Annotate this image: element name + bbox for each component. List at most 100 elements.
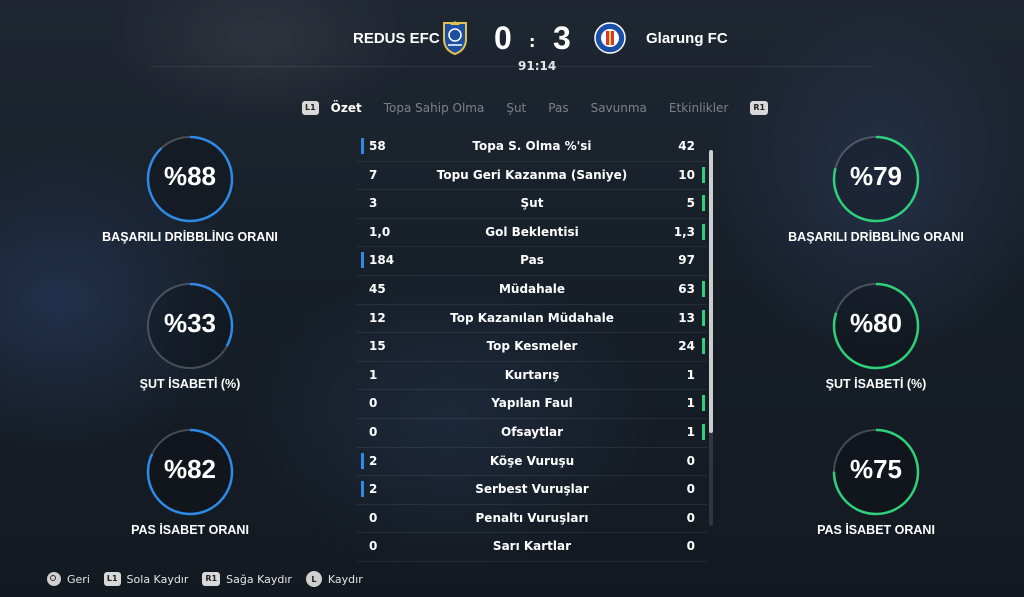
away-lead-indicator <box>702 195 705 212</box>
away-gauge-value: %79 <box>849 161 903 191</box>
stat-row: 15 Top Kesmeler 24 <box>357 333 707 362</box>
away-lead-indicator <box>702 338 705 355</box>
away-stat-value: 0 <box>686 539 695 554</box>
home-stat-value: 184 <box>369 253 395 268</box>
stat-label: Ofsaytlar <box>501 424 563 439</box>
away-stat-value: 97 <box>678 253 695 268</box>
stat-label: Top Kesmeler <box>486 339 578 354</box>
home-lead-indicator <box>361 138 364 154</box>
stat-label: Serbest Vuruşlar <box>475 482 589 497</box>
away-gauge: %79 <box>831 134 921 224</box>
stat-label: Köşe Vuruşu <box>489 453 575 468</box>
home-team-name: REDUS EFC <box>353 30 440 47</box>
home-lead-indicator <box>361 452 364 469</box>
home-stat-value: 0 <box>369 539 378 554</box>
home-stat-value: 12 <box>369 310 386 325</box>
home-gauge-value: %88 <box>163 161 217 191</box>
stat-label: Müdahale <box>498 281 566 296</box>
away-stat-value: 0 <box>686 510 695 525</box>
circle-button-icon <box>47 572 61 586</box>
match-clock: 91:14 <box>518 59 557 73</box>
stat-label: Kurtarış <box>504 367 560 382</box>
home-stat-value: 45 <box>369 281 386 296</box>
stat-label: Top Kazanılan Müdahale <box>450 310 614 325</box>
stats-table: 58 Topa S. Olma %'si 42 7 Topu Geri Kazanma … <box>357 133 707 562</box>
stat-row: 3 Şut 5 <box>357 190 707 219</box>
stat-label: Gol Beklentisi <box>485 224 579 239</box>
tab-events[interactable]: Etkinlikler <box>669 101 728 115</box>
home-gauge: %33 <box>145 281 235 371</box>
tab-passes[interactable]: Pas <box>548 101 568 115</box>
stat-row: 2 Serbest Vuruşlar 0 <box>357 476 707 505</box>
left-stick-icon: L <box>305 571 322 587</box>
away-gauge-label: PAS İSABET ORANI <box>817 523 935 537</box>
away-score: 3 <box>553 20 571 56</box>
tab-possession[interactable]: Topa Sahip Olma <box>384 101 485 115</box>
away-stat-value: 1 <box>686 396 695 411</box>
tab-defence[interactable]: Savunma <box>591 101 647 115</box>
home-stat-value: 0 <box>369 396 378 411</box>
away-team-crest-icon <box>593 21 626 55</box>
home-gauge-label: BAŞARILI DRİBBLİNG ORANI <box>102 230 278 244</box>
away-stat-value: 1 <box>686 424 695 439</box>
back-control[interactable]: Geri <box>47 572 90 586</box>
home-team-crest-icon <box>440 21 470 56</box>
scroll-label: Kaydır <box>327 572 363 586</box>
home-gauge-value: %33 <box>163 308 217 338</box>
away-lead-indicator <box>702 166 705 183</box>
stat-row: 0 Yapılan Faul 1 <box>357 390 707 419</box>
scroll-right-control[interactable]: R1 Sağa Kaydır <box>202 572 292 586</box>
r1-button-icon[interactable]: R1 <box>750 101 769 115</box>
away-stat-value: 10 <box>678 167 695 182</box>
score-separator: : <box>529 32 536 51</box>
stat-row: 2 Köşe Vuruşu 0 <box>357 448 707 477</box>
scroll-left-control[interactable]: L1 Sola Kaydır <box>103 572 188 586</box>
away-stat-value: 5 <box>686 196 695 211</box>
home-stat-value: 15 <box>369 339 386 354</box>
home-gauge-label: PAS İSABET ORANI <box>131 523 249 537</box>
stat-row: 0 Ofsaytlar 1 <box>357 419 707 448</box>
away-gauge-value: %80 <box>849 308 903 338</box>
stat-label: Yapılan Faul <box>491 396 573 411</box>
stat-row: 0 Penaltı Vuruşları 0 <box>357 505 707 534</box>
stat-row: 0 Sarı Kartlar 0 <box>357 533 707 562</box>
header-divider <box>150 66 874 67</box>
tab-summary[interactable]: Özet <box>331 101 362 115</box>
stat-row: 45 Müdahale 63 <box>357 276 707 305</box>
away-gauge-label: BAŞARILI DRİBBLİNG ORANI <box>788 230 964 244</box>
stat-label: Penaltı Vuruşları <box>475 510 589 525</box>
l1-button-icon[interactable]: L1 <box>302 101 319 115</box>
stat-label: Şut <box>520 196 544 211</box>
stats-tab-bar: L1 Özet Topa Sahip Olma Şut Pas Savunma … <box>302 98 769 118</box>
away-lead-indicator <box>702 280 705 297</box>
away-gauge: %75 <box>831 427 921 517</box>
stat-row: 58 Topa S. Olma %'si 42 <box>357 133 707 162</box>
stat-label: Pas <box>520 253 544 268</box>
home-score: 0 <box>494 20 512 56</box>
home-gauge: %82 <box>145 427 235 517</box>
home-stat-value: 2 <box>369 482 378 497</box>
stat-row: 1,0 Gol Beklentisi 1,3 <box>357 219 707 248</box>
away-lead-indicator <box>702 395 705 412</box>
home-gauge-value: %82 <box>163 454 217 484</box>
scroll-control[interactable]: L Kaydır <box>305 571 363 587</box>
home-lead-indicator <box>361 252 364 269</box>
away-gauge-label: ŞUT İSABETİ (%) <box>825 377 927 391</box>
stat-label: Topa S. Olma %'si <box>472 139 592 153</box>
away-gauge: %80 <box>831 281 921 371</box>
away-stat-value: 42 <box>678 139 695 153</box>
home-stat-value: 1 <box>369 367 378 382</box>
footer-controls: Geri L1 Sola Kaydır R1 Sağa Kaydır L Kay… <box>47 571 377 587</box>
home-stat-value: 7 <box>369 167 378 182</box>
home-gauge-label: ŞUT İSABETİ (%) <box>139 377 241 391</box>
home-stat-value: 3 <box>369 196 378 211</box>
stat-row: 184 Pas 97 <box>357 247 707 276</box>
away-team-name: Glarung FC <box>646 30 728 47</box>
away-lead-indicator <box>702 309 705 326</box>
stat-row: 12 Top Kazanılan Müdahale 13 <box>357 305 707 334</box>
away-stat-value: 24 <box>678 339 695 354</box>
stats-scrollbar-thumb[interactable] <box>709 150 713 433</box>
tab-shots[interactable]: Şut <box>506 101 526 115</box>
scroll-right-label: Sağa Kaydır <box>226 572 292 586</box>
away-stat-value: 0 <box>686 482 695 497</box>
